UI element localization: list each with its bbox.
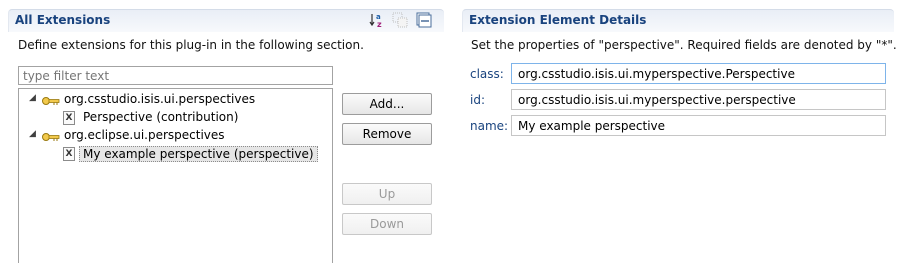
plugin-icon [42,131,60,141]
expand-arrow-icon[interactable]: ◢ [29,93,36,103]
id-field[interactable] [511,89,886,110]
name-label: name: [470,119,509,133]
tree-item-label: org.csstudio.isis.ui.perspectives [64,92,256,106]
xml-element-icon: X [63,147,75,161]
add-button[interactable]: Add... [342,93,432,115]
collapse-all-icon[interactable] [416,12,432,28]
down-button[interactable]: Down [342,213,432,235]
svg-text:z: z [377,20,382,28]
extension-element-details-header: Extension Element Details [462,9,894,32]
extensions-tree[interactable]: ◢ org.csstudio.isis.ui.perspectives X Pe… [18,88,333,263]
plugin-icon [42,95,60,105]
tree-item-label: My example perspective (perspective) [79,146,318,162]
name-field[interactable] [511,115,886,136]
section-description: Set the properties of "perspective". Req… [471,38,897,52]
section-title: All Extensions [15,13,111,27]
up-button[interactable]: Up [342,183,432,205]
id-label: id: [470,93,485,107]
tree-item-label: Perspective (contribution) [83,110,239,124]
class-label: class: [470,67,504,81]
remove-button[interactable]: Remove [342,123,432,145]
section-description: Define extensions for this plug-in in th… [18,38,364,52]
sort-alphabetical-icon[interactable]: a z [369,12,385,29]
tree-item-label: org.eclipse.ui.perspectives [64,128,225,142]
collapse-disabled-icon [392,12,408,28]
filter-input[interactable] [18,66,333,85]
expand-arrow-icon[interactable]: ◢ [29,129,36,139]
section-title: Extension Element Details [469,13,647,27]
class-field[interactable] [511,63,886,84]
xml-element-icon: X [63,111,75,125]
